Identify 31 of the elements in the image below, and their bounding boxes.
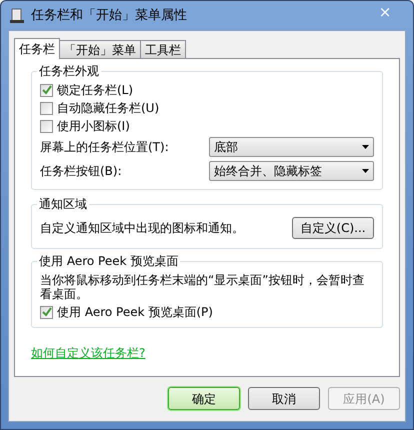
dropdown-arrow-icon <box>362 169 369 173</box>
dialog-button[interactable]: 取消 <box>248 387 320 410</box>
checkbox[interactable] <box>40 102 53 114</box>
checkbox[interactable] <box>40 306 53 318</box>
dropdown[interactable]: 始终合并、隐藏标签 <box>209 161 374 181</box>
taskbar-icon <box>9 8 25 24</box>
checkbox-label[interactable]: 使用小图标(I) <box>57 117 130 135</box>
check-icon <box>42 307 52 317</box>
dropdown-label: 屏幕上的任务栏位置(T): <box>40 139 169 156</box>
aero-peek-description: 当你将鼠标移动到任务栏末端的“显示桌面”按钮时，会暂时查看桌面。 <box>40 273 366 301</box>
checkbox-label[interactable]: 自动隐藏任务栏(U) <box>57 99 160 117</box>
group-title: 使用 Aero Peek 预览桌面 <box>37 253 180 269</box>
checkbox-label[interactable]: 使用 Aero Peek 预览桌面(P) <box>57 303 213 321</box>
group-title: 任务栏外观 <box>37 63 101 79</box>
group-title: 通知区域 <box>37 196 89 212</box>
dropdown-label: 任务栏按钮(B): <box>40 163 122 180</box>
window-title: 任务栏和「开始」菜单属性 <box>31 6 187 25</box>
tab[interactable]: 任务栏 <box>14 38 60 59</box>
dropdown[interactable]: 底部 <box>209 137 374 157</box>
notification-text: 自定义通知区域中出现的图标和通知。 <box>40 220 244 237</box>
customize-button[interactable]: 自定义(C)... <box>292 217 374 239</box>
dropdown-value: 始终合并、隐藏标签 <box>214 163 322 180</box>
checkbox[interactable] <box>40 84 53 96</box>
checkbox-label[interactable]: 锁定任务栏(L) <box>57 81 134 99</box>
tab[interactable]: 「开始」菜单 <box>59 40 141 58</box>
dropdown-value: 底部 <box>214 139 238 156</box>
checkbox[interactable] <box>40 120 53 132</box>
dropdown-arrow-icon <box>362 145 369 149</box>
check-icon <box>42 85 52 95</box>
tab[interactable]: 工具栏 <box>140 40 186 58</box>
dialog-button[interactable]: 确定 <box>168 387 240 410</box>
